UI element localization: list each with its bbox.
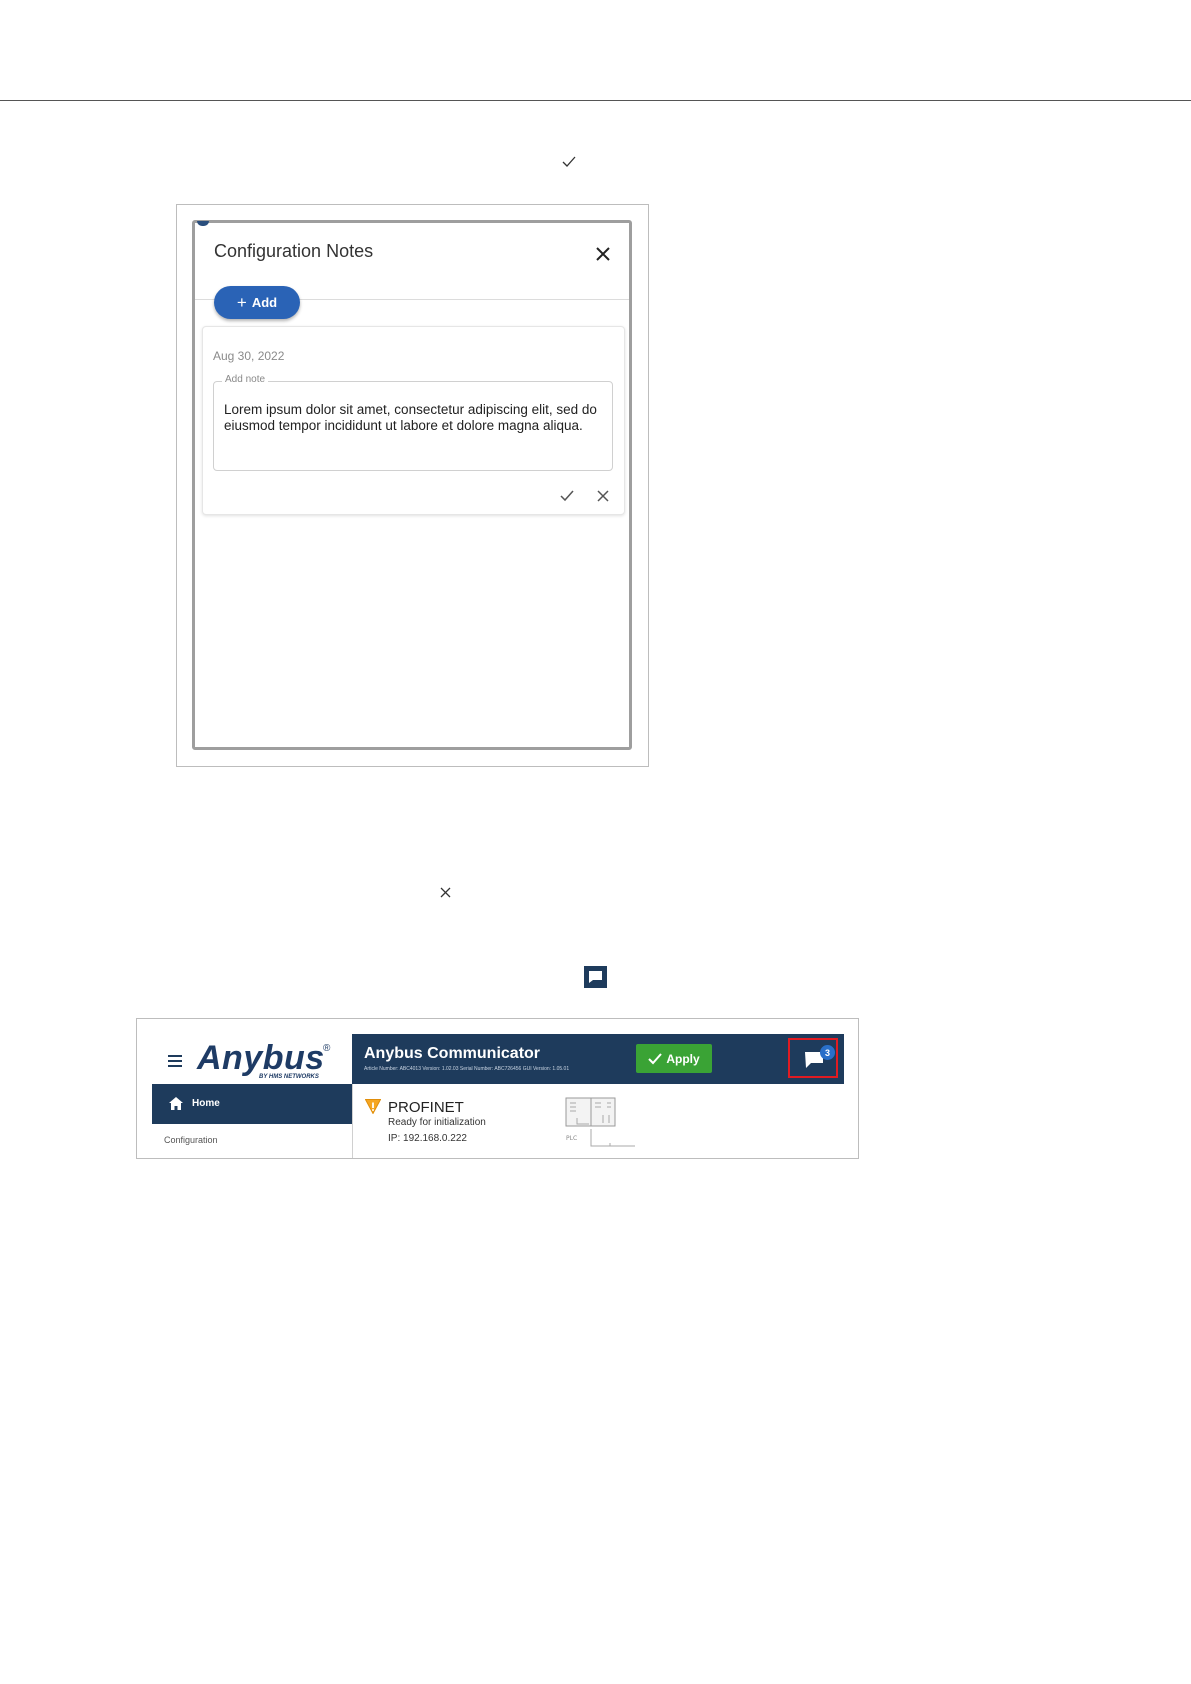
note-textarea[interactable]: Add note Lorem ipsum dolor sit amet, con… [213, 374, 613, 471]
confirm-check-icon[interactable] [558, 487, 576, 505]
note-field-label: Add note [222, 374, 269, 385]
anybus-header-screenshot: Anybus ® BY HMS NETWORKS Anybus Communic… [136, 1018, 859, 1159]
dialog-corner-accent [197, 221, 209, 226]
protocol-name: PROFINET [388, 1099, 464, 1116]
configuration-notes-dialog: Configuration Notes + Add Aug 30, 2022 A… [192, 220, 632, 750]
plc-label: PLC [566, 1135, 577, 1142]
note-card: Aug 30, 2022 Add note Lorem ipsum dolor … [202, 326, 625, 515]
warning-icon [365, 1099, 381, 1114]
sidebar-item-home[interactable]: Home [152, 1084, 352, 1124]
logo-tagline: BY HMS NETWORKS [259, 1074, 319, 1080]
notes-count-badge: 3 [820, 1045, 835, 1060]
logo-wordmark: Anybus [197, 1039, 325, 1077]
checkmark-icon [562, 156, 576, 167]
app-title: Anybus Communicator [364, 1045, 541, 1062]
anybus-logo: Anybus ® BY HMS NETWORKS [197, 1039, 337, 1083]
sidebar-item-label: Home [192, 1098, 220, 1109]
protocol-ip: IP: 192.168.0.222 [388, 1133, 467, 1144]
notes-icon [584, 966, 607, 988]
cancel-close-icon[interactable] [594, 487, 612, 505]
page-header-rule [0, 100, 1191, 101]
note-text: Lorem ipsum dolor sit amet, consectetur … [224, 402, 597, 433]
sidebar-item-configuration[interactable]: Configuration [164, 1135, 218, 1145]
home-icon [169, 1097, 183, 1110]
add-button-label: Add [251, 295, 278, 310]
note-date: Aug 30, 2022 [213, 349, 285, 363]
close-icon [440, 887, 451, 898]
dialog-title: Configuration Notes [214, 241, 374, 261]
hamburger-menu-icon[interactable] [167, 1054, 183, 1068]
apply-label: Apply [666, 1051, 700, 1066]
close-icon[interactable] [592, 243, 614, 265]
sidebar-divider [352, 1084, 353, 1158]
checkmark-icon [648, 1052, 663, 1064]
device-info: Article Number: ABC4013 Version: 1.02.03… [364, 1066, 570, 1072]
apply-button[interactable]: Apply [636, 1044, 712, 1073]
plc-diagram: PLC [565, 1097, 635, 1147]
configuration-notes-screenshot: Configuration Notes + Add Aug 30, 2022 A… [176, 204, 649, 767]
add-note-button[interactable]: + Add [214, 286, 300, 319]
plus-icon: + [236, 293, 247, 312]
app-header-bar: Anybus Communicator Article Number: ABC4… [352, 1034, 844, 1084]
logo-registered-mark: ® [323, 1043, 331, 1054]
notes-button-highlight: 3 [788, 1038, 838, 1078]
protocol-status: Ready for initialization [388, 1117, 486, 1128]
